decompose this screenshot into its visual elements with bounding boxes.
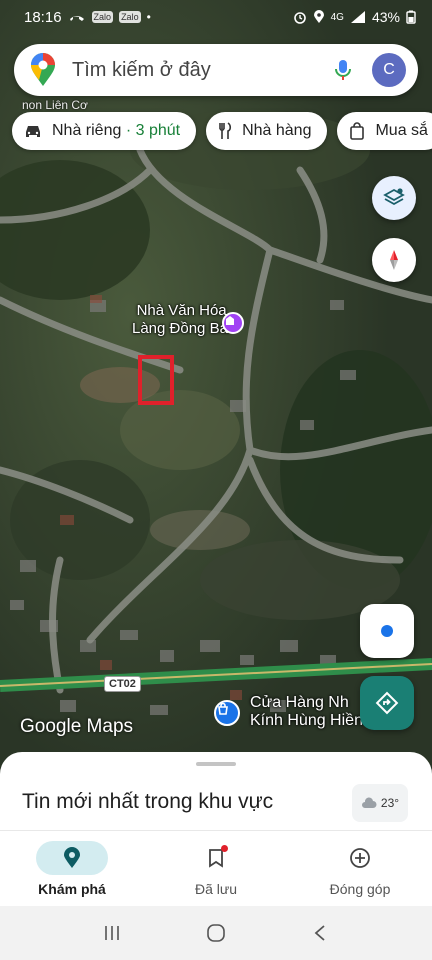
nav-explore-pill (36, 841, 108, 875)
chip-home-eta: · 3 phút (121, 122, 181, 139)
category-chips: Nhà riêng · 3 phút Nhà hàng Mua sắ (12, 112, 432, 152)
phone-missed-icon (69, 16, 84, 21)
back-icon (314, 925, 325, 941)
nav-explore-label: Khám phá (38, 881, 106, 897)
nav-contribute-wrap (324, 841, 396, 875)
chip-restaurants-label: Nhà hàng (242, 122, 312, 139)
system-navigation-bar (0, 906, 432, 960)
zalo-badge-1: Zalo (91, 11, 114, 23)
nav-explore[interactable]: Khám phá (0, 831, 144, 906)
directions-icon (375, 691, 399, 715)
location-pin-icon (64, 847, 80, 868)
my-location-icon (381, 625, 393, 637)
weather-chip[interactable]: 23° (352, 784, 408, 822)
google-maps-logo-icon (31, 53, 55, 86)
car-icon (26, 126, 40, 137)
sheet-title: Tin mới nhất trong khu vực (22, 790, 274, 813)
my-location-button[interactable] (360, 604, 414, 658)
recent-apps-icon (105, 926, 119, 940)
landmark-pin-icon[interactable] (222, 312, 244, 334)
location-status-icon (313, 10, 324, 23)
compass-button[interactable] (372, 238, 416, 282)
restaurant-icon (219, 122, 232, 139)
weather-temp: 23° (380, 796, 400, 810)
chip-home-label: Nhà riêng (52, 122, 122, 139)
zalo-badge-2: Zalo (119, 11, 141, 23)
nav-contribute[interactable]: Đóng góp (288, 831, 432, 906)
highlighted-plot-marker (138, 355, 174, 405)
nav-saved-label: Đã lưu (194, 881, 238, 897)
google-maps-watermark: Google Maps (20, 716, 134, 737)
home-icon (207, 924, 225, 942)
notification-dot (221, 845, 228, 852)
chip-restaurants[interactable]: Nhà hàng (206, 112, 328, 150)
nav-contribute-label: Đóng góp (329, 881, 391, 897)
chip-home[interactable]: Nhà riêng · 3 phút (12, 112, 197, 150)
account-avatar[interactable]: C (372, 53, 406, 87)
shopping-bag-icon (350, 122, 365, 140)
dot-icon: • (146, 10, 151, 24)
chip-shopping-label: Mua sắ (375, 122, 428, 139)
poi-label-community-house[interactable]: Nhà Văn Hóa Làng Đồng Bái (132, 302, 231, 338)
bottom-sheet[interactable]: Tin mới nhất trong khu vực 23° (0, 752, 432, 832)
nav-saved-wrap (180, 841, 252, 875)
search-bar[interactable]: Tìm kiếm ở đây C (14, 44, 418, 96)
signal-icon (350, 11, 365, 23)
recent-apps-button[interactable] (92, 913, 132, 953)
back-button[interactable] (300, 913, 340, 953)
compass-icon (390, 250, 398, 270)
search-input[interactable]: Tìm kiếm ở đây (72, 59, 330, 82)
layers-button[interactable] (372, 176, 416, 220)
mic-icon[interactable] (330, 57, 356, 83)
battery-icon (406, 10, 416, 24)
status-time: 18:16 (24, 8, 62, 26)
status-bar: 18:16 Zalo Zalo • 4G 43% (0, 0, 432, 34)
bottom-navigation: Khám phá Đã lưu Đóng góp (0, 830, 432, 906)
alarm-icon (293, 12, 306, 24)
home-button[interactable] (196, 913, 236, 953)
sheet-drag-handle[interactable] (196, 762, 236, 766)
chip-home-text: Nhà riêng · 3 phút (52, 122, 180, 140)
road-shield-ct02: CT02 (104, 676, 141, 692)
network-type: 4G (330, 11, 344, 23)
battery-percent: 43% (371, 9, 400, 25)
store-pin-icon[interactable] (214, 700, 240, 726)
chip-shopping[interactable]: Mua sắ (337, 112, 432, 150)
add-circle-icon (350, 848, 370, 868)
directions-button[interactable] (360, 676, 414, 730)
poi-label-store[interactable]: Cửa Hàng Nh Kính Hùng Hiền (250, 694, 363, 730)
map-label-school: non Liên Cơ (22, 98, 88, 112)
layers-icon (383, 188, 405, 206)
cloud-icon (361, 797, 377, 808)
nav-saved[interactable]: Đã lưu (144, 831, 288, 906)
